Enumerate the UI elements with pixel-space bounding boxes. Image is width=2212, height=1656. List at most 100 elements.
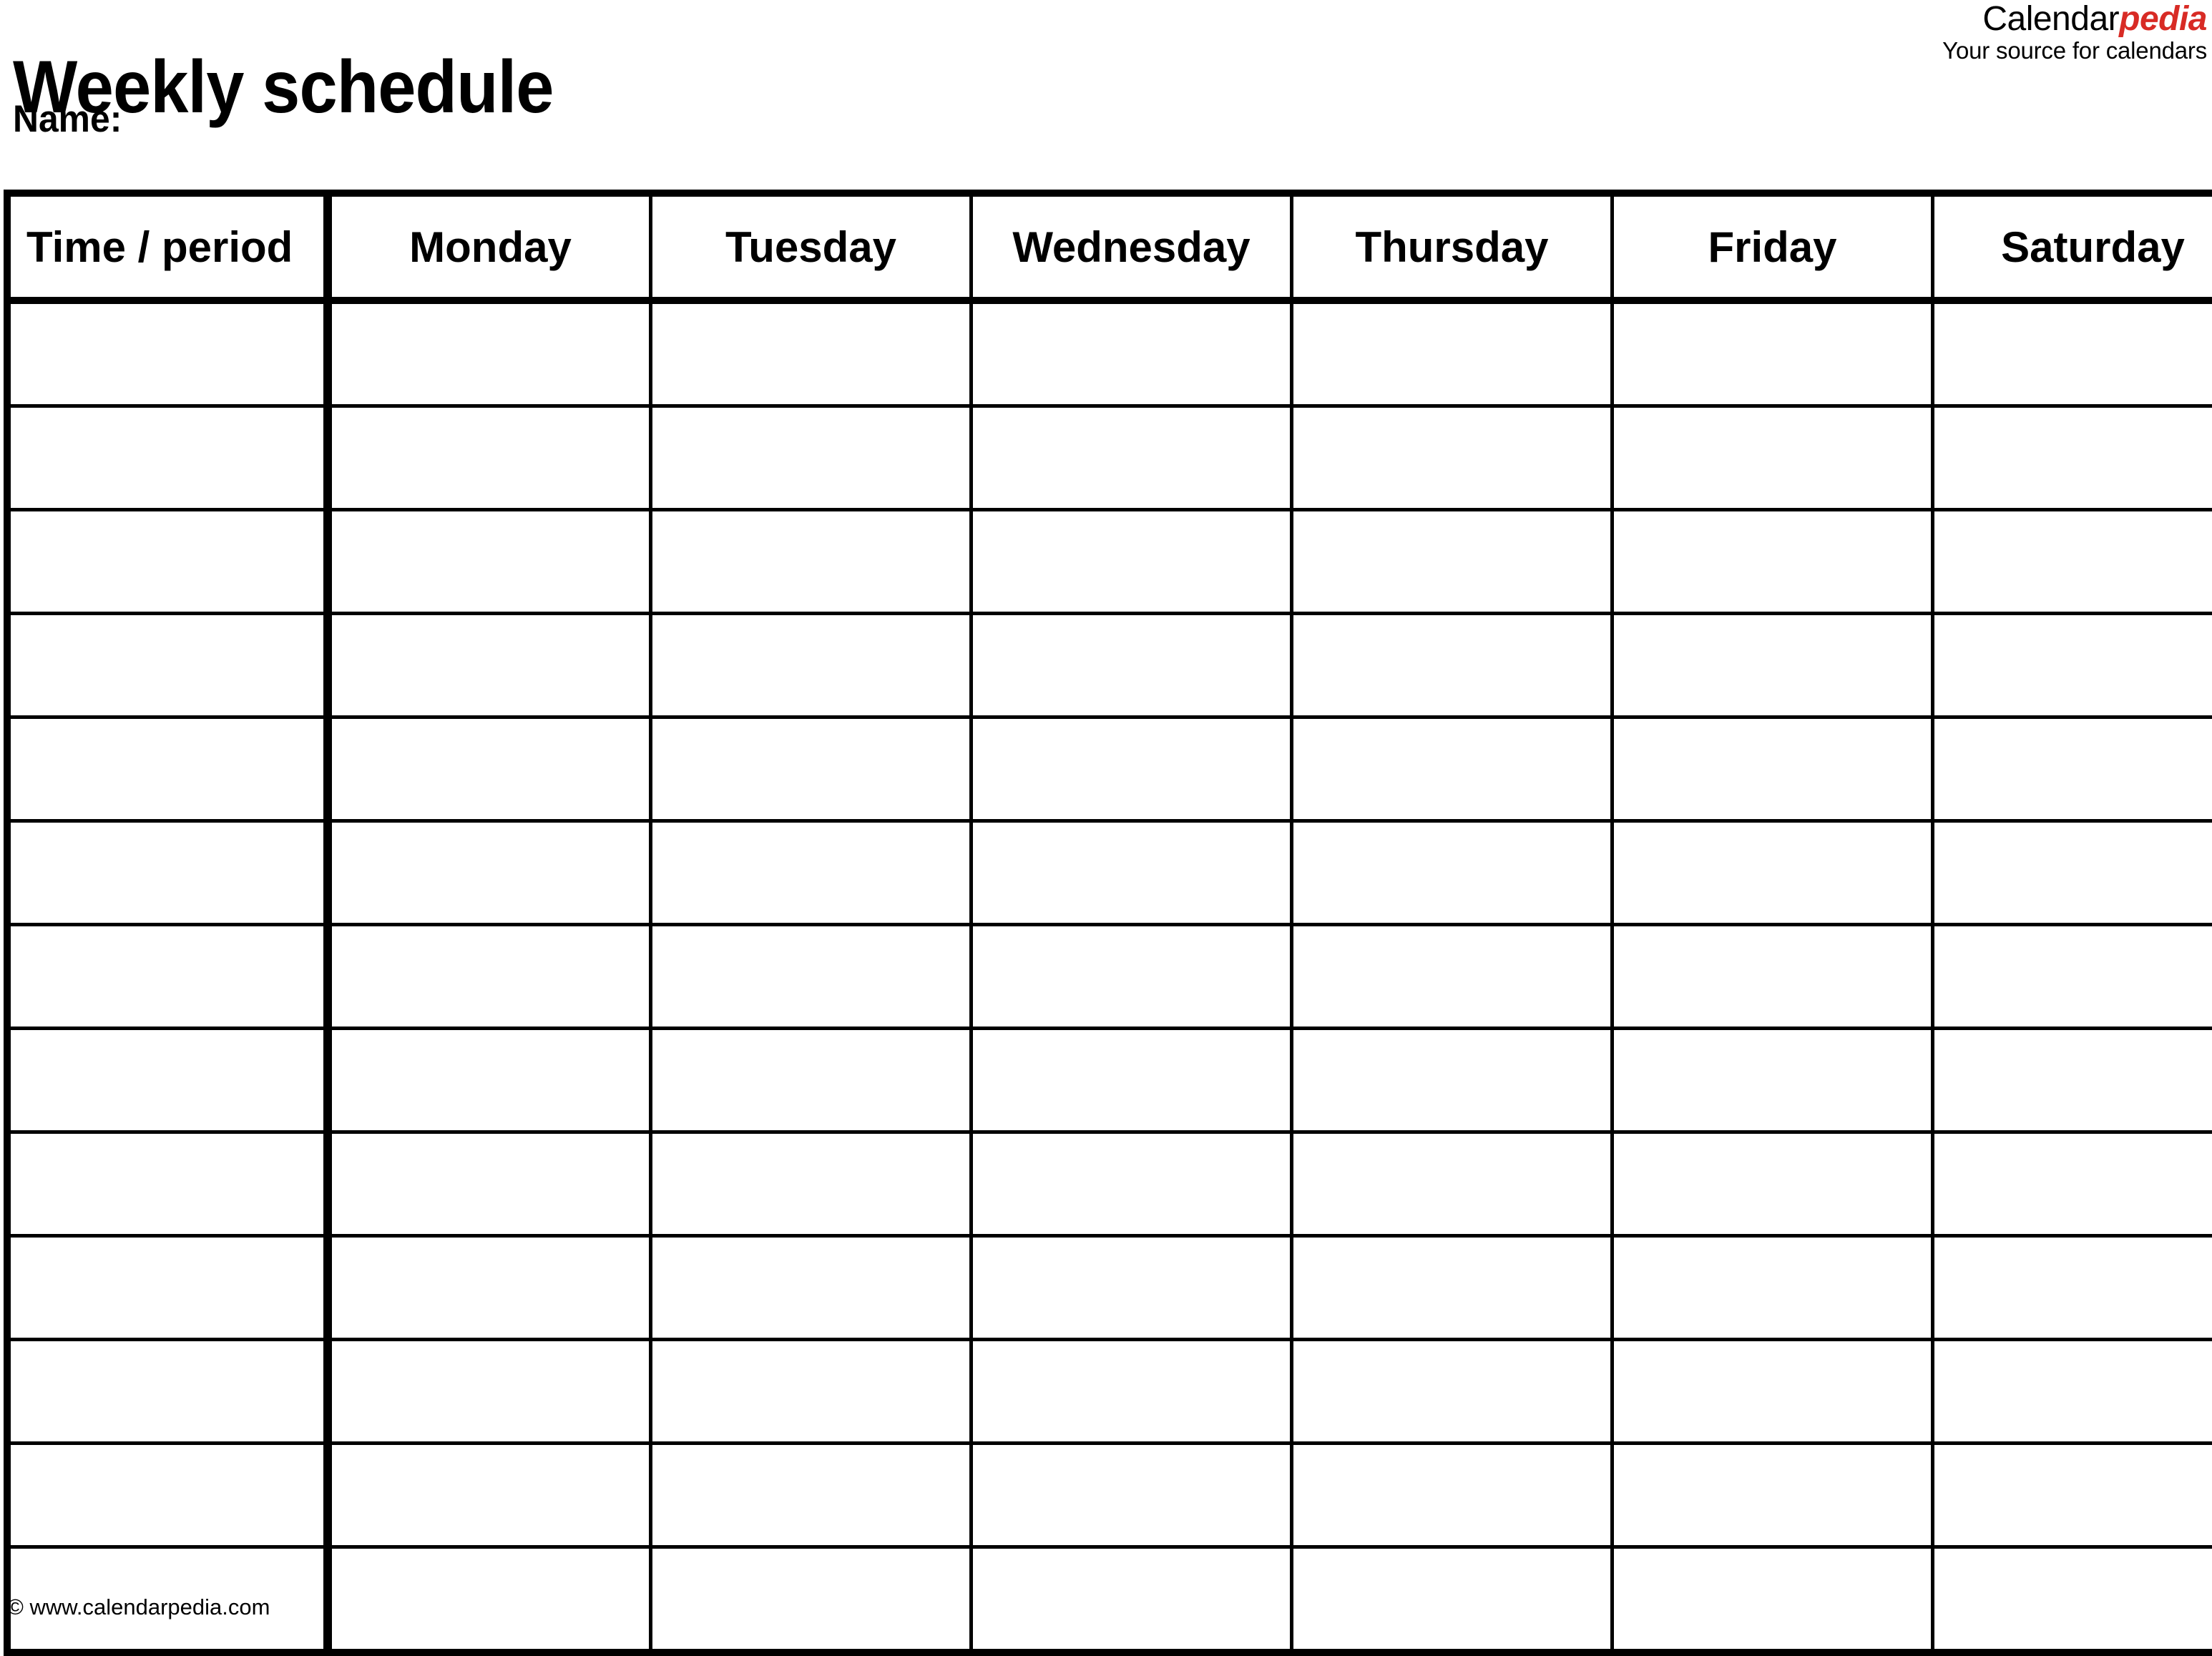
cell-day[interactable] xyxy=(1612,1547,1933,1653)
cell-day[interactable] xyxy=(651,510,972,614)
cell-day[interactable] xyxy=(972,821,1292,925)
cell-day[interactable] xyxy=(972,1029,1292,1132)
cell-day[interactable] xyxy=(1933,717,2212,821)
cell-day[interactable] xyxy=(328,925,651,1029)
cell-day[interactable] xyxy=(1612,1029,1933,1132)
table-row xyxy=(7,1236,2212,1340)
cell-day[interactable] xyxy=(651,1029,972,1132)
cell-day[interactable] xyxy=(328,1236,651,1340)
cell-day[interactable] xyxy=(1292,1340,1612,1444)
cell-day[interactable] xyxy=(651,1236,972,1340)
cell-day[interactable] xyxy=(972,614,1292,717)
cell-day[interactable] xyxy=(651,406,972,510)
cell-day[interactable] xyxy=(1292,1132,1612,1236)
column-header-wednesday: Wednesday xyxy=(972,193,1292,300)
weekly-schedule-table-container: Time / periodMondayTuesdayWednesdayThurs… xyxy=(4,190,2206,1589)
cell-day[interactable] xyxy=(1292,614,1612,717)
table-row xyxy=(7,1340,2212,1444)
cell-day[interactable] xyxy=(1612,925,1933,1029)
cell-day[interactable] xyxy=(972,1547,1292,1653)
cell-day[interactable] xyxy=(1933,1236,2212,1340)
cell-day[interactable] xyxy=(651,821,972,925)
cell-day[interactable] xyxy=(651,1340,972,1444)
cell-day[interactable] xyxy=(1292,1444,1612,1547)
cell-time-period[interactable] xyxy=(7,821,328,925)
cell-day[interactable] xyxy=(1612,406,1933,510)
cell-day[interactable] xyxy=(972,1340,1292,1444)
cell-time-period[interactable] xyxy=(7,1340,328,1444)
cell-day[interactable] xyxy=(1612,821,1933,925)
cell-day[interactable] xyxy=(1292,406,1612,510)
cell-time-period[interactable] xyxy=(7,1029,328,1132)
cell-day[interactable] xyxy=(1933,510,2212,614)
table-row xyxy=(7,406,2212,510)
cell-day[interactable] xyxy=(1612,717,1933,821)
cell-day[interactable] xyxy=(651,1132,972,1236)
cell-day[interactable] xyxy=(1933,1547,2212,1653)
cell-day[interactable] xyxy=(328,821,651,925)
cell-time-period[interactable] xyxy=(7,614,328,717)
cell-day[interactable] xyxy=(1292,821,1612,925)
cell-day[interactable] xyxy=(972,300,1292,406)
cell-day[interactable] xyxy=(1292,717,1612,821)
cell-day[interactable] xyxy=(651,1547,972,1653)
cell-day[interactable] xyxy=(972,1236,1292,1340)
cell-day[interactable] xyxy=(1612,510,1933,614)
table-row xyxy=(7,510,2212,614)
cell-day[interactable] xyxy=(328,1132,651,1236)
cell-day[interactable] xyxy=(1612,300,1933,406)
cell-time-period[interactable] xyxy=(7,1236,328,1340)
cell-day[interactable] xyxy=(1933,614,2212,717)
cell-day[interactable] xyxy=(328,300,651,406)
cell-day[interactable] xyxy=(1612,1444,1933,1547)
cell-day[interactable] xyxy=(328,1444,651,1547)
cell-day[interactable] xyxy=(1933,300,2212,406)
cell-day[interactable] xyxy=(651,717,972,821)
cell-time-period[interactable] xyxy=(7,406,328,510)
cell-day[interactable] xyxy=(651,1444,972,1547)
cell-day[interactable] xyxy=(328,614,651,717)
cell-time-period[interactable] xyxy=(7,300,328,406)
cell-day[interactable] xyxy=(1292,1236,1612,1340)
cell-day[interactable] xyxy=(972,406,1292,510)
cell-day[interactable] xyxy=(1933,821,2212,925)
cell-day[interactable] xyxy=(1933,1029,2212,1132)
brand-tagline: Your source for calendars xyxy=(1942,39,2207,62)
table-row xyxy=(7,1029,2212,1132)
cell-day[interactable] xyxy=(1292,510,1612,614)
cell-day[interactable] xyxy=(328,1340,651,1444)
cell-day[interactable] xyxy=(328,1547,651,1653)
cell-day[interactable] xyxy=(1612,1340,1933,1444)
cell-day[interactable] xyxy=(1612,1132,1933,1236)
cell-day[interactable] xyxy=(328,1029,651,1132)
cell-time-period[interactable] xyxy=(7,925,328,1029)
cell-day[interactable] xyxy=(972,510,1292,614)
cell-day[interactable] xyxy=(972,1444,1292,1547)
cell-day[interactable] xyxy=(328,717,651,821)
cell-day[interactable] xyxy=(1612,614,1933,717)
cell-day[interactable] xyxy=(972,1132,1292,1236)
weekly-schedule-table: Time / periodMondayTuesdayWednesdayThurs… xyxy=(4,190,2212,1656)
cell-time-period[interactable] xyxy=(7,717,328,821)
cell-time-period[interactable] xyxy=(7,1444,328,1547)
cell-day[interactable] xyxy=(1292,1029,1612,1132)
cell-day[interactable] xyxy=(1612,1236,1933,1340)
cell-day[interactable] xyxy=(328,510,651,614)
cell-day[interactable] xyxy=(1933,1444,2212,1547)
cell-time-period[interactable] xyxy=(7,510,328,614)
cell-day[interactable] xyxy=(1292,925,1612,1029)
cell-day[interactable] xyxy=(1933,925,2212,1029)
cell-day[interactable] xyxy=(972,925,1292,1029)
cell-day[interactable] xyxy=(1292,1547,1612,1653)
cell-day[interactable] xyxy=(651,925,972,1029)
cell-time-period[interactable] xyxy=(7,1132,328,1236)
cell-day[interactable] xyxy=(1292,300,1612,406)
brand-wordmark: Calendarpedia xyxy=(1942,1,2207,37)
cell-day[interactable] xyxy=(972,717,1292,821)
cell-day[interactable] xyxy=(651,300,972,406)
cell-day[interactable] xyxy=(1933,406,2212,510)
cell-day[interactable] xyxy=(328,406,651,510)
cell-day[interactable] xyxy=(1933,1132,2212,1236)
cell-day[interactable] xyxy=(651,614,972,717)
cell-day[interactable] xyxy=(1933,1340,2212,1444)
